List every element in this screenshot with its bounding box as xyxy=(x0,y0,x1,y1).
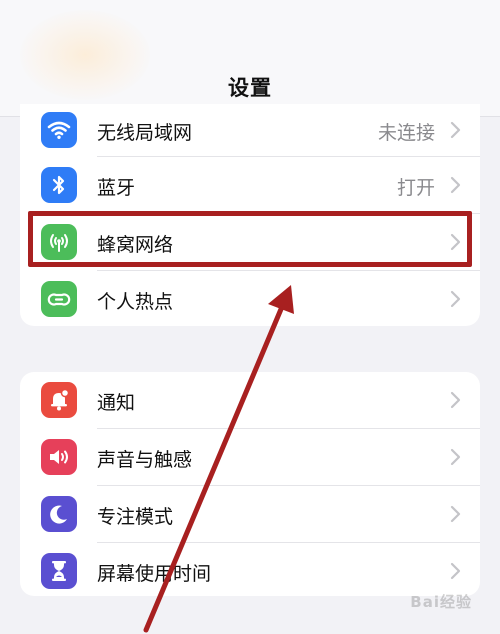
arrow-annotation xyxy=(143,285,294,633)
watermark-logo: Bai经验 xyxy=(410,593,472,611)
